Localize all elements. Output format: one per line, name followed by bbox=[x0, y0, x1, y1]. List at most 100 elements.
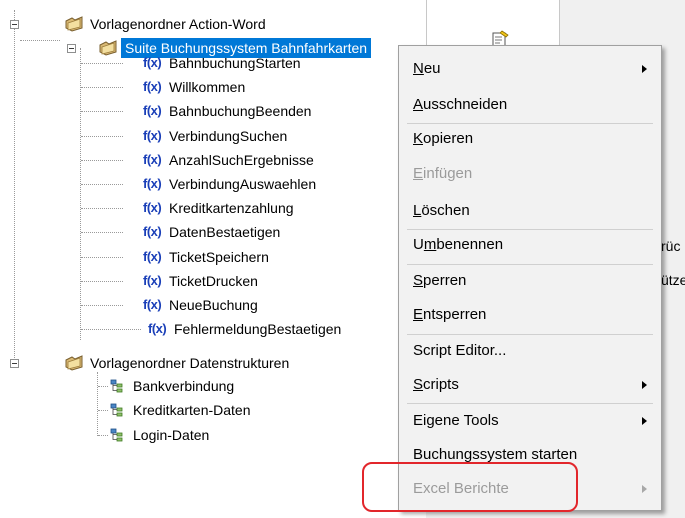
tree-node-label: BahnbuchungStarten bbox=[169, 55, 301, 71]
menu-separator bbox=[407, 403, 653, 404]
menu-item-lock[interactable]: Sperren bbox=[399, 266, 661, 296]
function-icon: f(x) bbox=[143, 200, 162, 215]
tree-node-function[interactable]: f(x) VerbindungSuchen bbox=[0, 125, 420, 147]
collapse-icon[interactable] bbox=[10, 20, 19, 29]
menu-item-label: Einfügen bbox=[413, 159, 472, 189]
tree-node-function[interactable]: f(x) NeueBuchung bbox=[0, 294, 420, 316]
tree-node-function[interactable]: f(x) AnzahlSuchErgebnisse bbox=[0, 149, 420, 171]
menu-item-own-tools[interactable]: Eigene Tools bbox=[399, 406, 661, 436]
tree-node-action-word[interactable]: Vorlagenordner Action-Word bbox=[0, 13, 420, 35]
tree-line bbox=[98, 410, 108, 411]
menu-item-label: Umbenennen bbox=[413, 230, 503, 260]
tree-node-label: TicketSpeichern bbox=[169, 249, 269, 265]
menu-item-label: Kopieren bbox=[413, 124, 473, 154]
menu-item-new[interactable]: Neu bbox=[399, 54, 661, 84]
menu-item-label-text: Script Editor... bbox=[413, 342, 507, 359]
menu-item-accelerator: A bbox=[413, 96, 424, 113]
function-icon: f(x) bbox=[143, 79, 162, 94]
tree-line bbox=[81, 305, 123, 306]
tree-node-datenstrukturen[interactable]: Vorlagenordner Datenstrukturen bbox=[0, 352, 420, 374]
menu-item-label: Scripts bbox=[413, 370, 459, 400]
menu-separator bbox=[407, 229, 653, 230]
menu-item-label-text: cripts bbox=[423, 376, 459, 393]
function-icon: f(x) bbox=[143, 103, 162, 118]
menu-item-rename[interactable]: Umbenennen bbox=[399, 230, 661, 260]
tree-line bbox=[81, 160, 123, 161]
function-icon: f(x) bbox=[143, 249, 162, 264]
menu-item-accelerator: N bbox=[413, 60, 424, 77]
menu-item-scripts[interactable]: Scripts bbox=[399, 370, 661, 400]
folder-icon bbox=[65, 16, 83, 32]
menu-item-label: Ausschneiden bbox=[413, 90, 507, 120]
tree-line bbox=[81, 281, 123, 282]
tree-node-function[interactable]: f(x) VerbindungAuswaehlen bbox=[0, 173, 420, 195]
tree-line bbox=[81, 232, 123, 233]
function-icon: f(x) bbox=[143, 224, 162, 239]
menu-item-accelerator: S bbox=[413, 376, 424, 393]
tree-node-label: VerbindungSuchen bbox=[169, 128, 288, 144]
tree-node-structure[interactable]: Kreditkarten-Daten bbox=[0, 399, 420, 421]
tree-node-function[interactable]: f(x) DatenBestaetigen bbox=[0, 221, 420, 243]
tree-line bbox=[81, 63, 123, 64]
tree-node-label: Vorlagenordner Datenstrukturen bbox=[90, 355, 290, 371]
function-icon: f(x) bbox=[143, 128, 162, 143]
menu-item-label-text: opieren bbox=[423, 130, 474, 147]
menu-item-accelerator: K bbox=[413, 130, 424, 147]
tree-node-label: TicketDrucken bbox=[169, 273, 258, 289]
menu-item-label-text: usschneiden bbox=[423, 96, 508, 113]
tree-line bbox=[98, 386, 108, 387]
tree-node-function[interactable]: f(x) BahnbuchungBeenden bbox=[0, 100, 420, 122]
tree-node-function[interactable]: f(x) Willkommen bbox=[0, 76, 420, 98]
tree-node-label: NeueBuchung bbox=[169, 297, 258, 313]
tree-line bbox=[81, 208, 123, 209]
tree-node-function[interactable]: f(x) BahnbuchungStarten bbox=[0, 52, 420, 74]
menu-item-label: Eigene Tools bbox=[413, 406, 499, 436]
menu-item-copy[interactable]: Kopieren bbox=[399, 124, 661, 154]
menu-separator bbox=[407, 264, 653, 265]
data-structure-icon bbox=[110, 379, 123, 393]
function-icon: f(x) bbox=[143, 297, 162, 312]
tree-line bbox=[81, 329, 141, 330]
tree-node-function[interactable]: f(x) FehlermeldungBestaetigen bbox=[0, 318, 420, 340]
submenu-arrow-icon bbox=[642, 381, 647, 389]
tree-node-structure[interactable]: Bankverbindung bbox=[0, 375, 420, 397]
partial-text: rüc bbox=[661, 238, 681, 254]
collapse-icon[interactable] bbox=[10, 359, 19, 368]
data-structure-icon bbox=[110, 403, 123, 417]
submenu-arrow-icon bbox=[642, 65, 647, 73]
tree-node-label: BahnbuchungBeenden bbox=[169, 103, 312, 119]
menu-item-unlock[interactable]: Entsperren bbox=[399, 300, 661, 330]
project-tree: Vorlagenordner Action-Word Suite Buchung… bbox=[0, 0, 420, 518]
function-icon: f(x) bbox=[143, 176, 162, 191]
menu-separator bbox=[407, 123, 653, 124]
tree-node-structure[interactable]: Login-Daten bbox=[0, 424, 420, 446]
menu-item-script-editor[interactable]: Script Editor... bbox=[399, 336, 661, 366]
menu-item-label-text: U bbox=[413, 236, 424, 253]
function-icon: f(x) bbox=[148, 321, 167, 336]
tree-node-label: DatenBestaetigen bbox=[169, 224, 281, 240]
data-structure-icon bbox=[110, 428, 123, 442]
tree-node-label: VerbindungAuswaehlen bbox=[169, 176, 317, 192]
tree-line bbox=[81, 111, 123, 112]
folder-icon bbox=[65, 355, 83, 371]
tree-line bbox=[81, 257, 123, 258]
tree-node-function[interactable]: f(x) TicketSpeichern bbox=[0, 246, 420, 268]
menu-item-delete[interactable]: Löschen bbox=[399, 196, 661, 226]
tree-line bbox=[81, 87, 123, 88]
tree-node-function[interactable]: f(x) Kreditkartenzahlung bbox=[0, 197, 420, 219]
function-icon: f(x) bbox=[143, 273, 162, 288]
menu-item-label: Löschen bbox=[413, 196, 470, 226]
tree-node-label: Login-Daten bbox=[133, 427, 210, 443]
menu-item-cut[interactable]: Ausschneiden bbox=[399, 90, 661, 120]
submenu-arrow-icon bbox=[642, 485, 647, 493]
menu-item-label: Neu bbox=[413, 54, 441, 84]
menu-item-label-text: perren bbox=[423, 272, 467, 289]
menu-item-label-text: infügen bbox=[423, 165, 473, 182]
menu-item-label-text: öschen bbox=[421, 202, 470, 219]
tree-node-label: Willkommen bbox=[169, 79, 246, 95]
menu-item-label: Sperren bbox=[413, 266, 466, 296]
tree-line bbox=[81, 184, 123, 185]
tree-node-label: AnzahlSuchErgebnisse bbox=[169, 152, 314, 168]
tree-node-function[interactable]: f(x) TicketDrucken bbox=[0, 270, 420, 292]
function-icon: f(x) bbox=[143, 152, 162, 167]
